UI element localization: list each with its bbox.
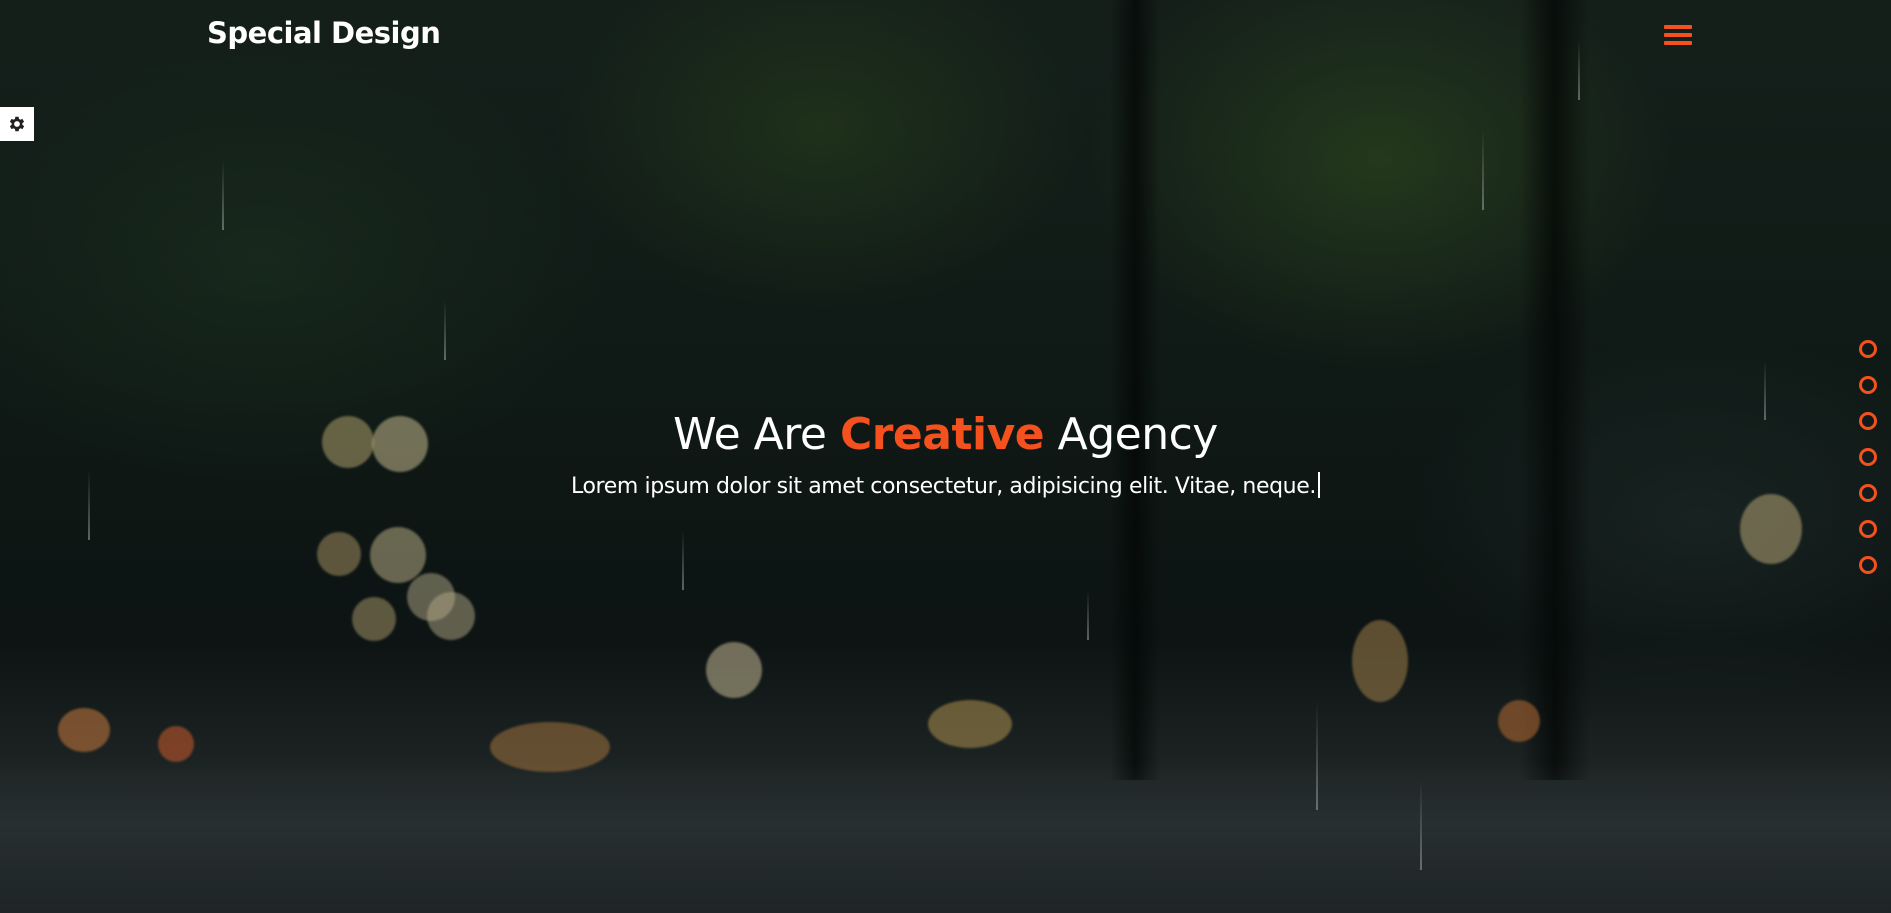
brand-logo-text[interactable]: Special Design (207, 16, 441, 50)
gear-icon (9, 116, 25, 132)
nav-bullet-2[interactable] (1859, 376, 1877, 394)
menu-bar (1664, 33, 1692, 37)
nav-bullet-5[interactable] (1859, 484, 1877, 502)
nav-bullet-4[interactable] (1859, 448, 1877, 466)
hero-title-before: We Are (673, 409, 827, 460)
hero-section: Special Design We Are Creative Agency Lo… (0, 0, 1891, 913)
hero-title: We Are Creative Agency (0, 406, 1891, 464)
typing-caret (1317, 472, 1320, 498)
nav-bullet-3[interactable] (1859, 412, 1877, 430)
hamburger-menu-icon[interactable] (1664, 25, 1694, 49)
settings-toggle-button[interactable] (0, 107, 34, 141)
hero-subtitle: Lorem ipsum dolor sit amet consectetur, … (0, 472, 1891, 499)
hero-title-accent: Creative (839, 409, 1045, 460)
nav-bullets (1859, 340, 1879, 592)
nav-bullet-7[interactable] (1859, 556, 1877, 574)
nav-bullet-1[interactable] (1859, 340, 1877, 358)
hero-title-after: Agency (1057, 409, 1219, 460)
hero-content: We Are Creative Agency Lorem ipsum dolor… (0, 406, 1891, 499)
hero-subtitle-text: Lorem ipsum dolor sit amet consectetur, … (571, 474, 1316, 499)
menu-bar (1664, 41, 1692, 45)
menu-bar (1664, 25, 1692, 29)
nav-bullet-6[interactable] (1859, 520, 1877, 538)
